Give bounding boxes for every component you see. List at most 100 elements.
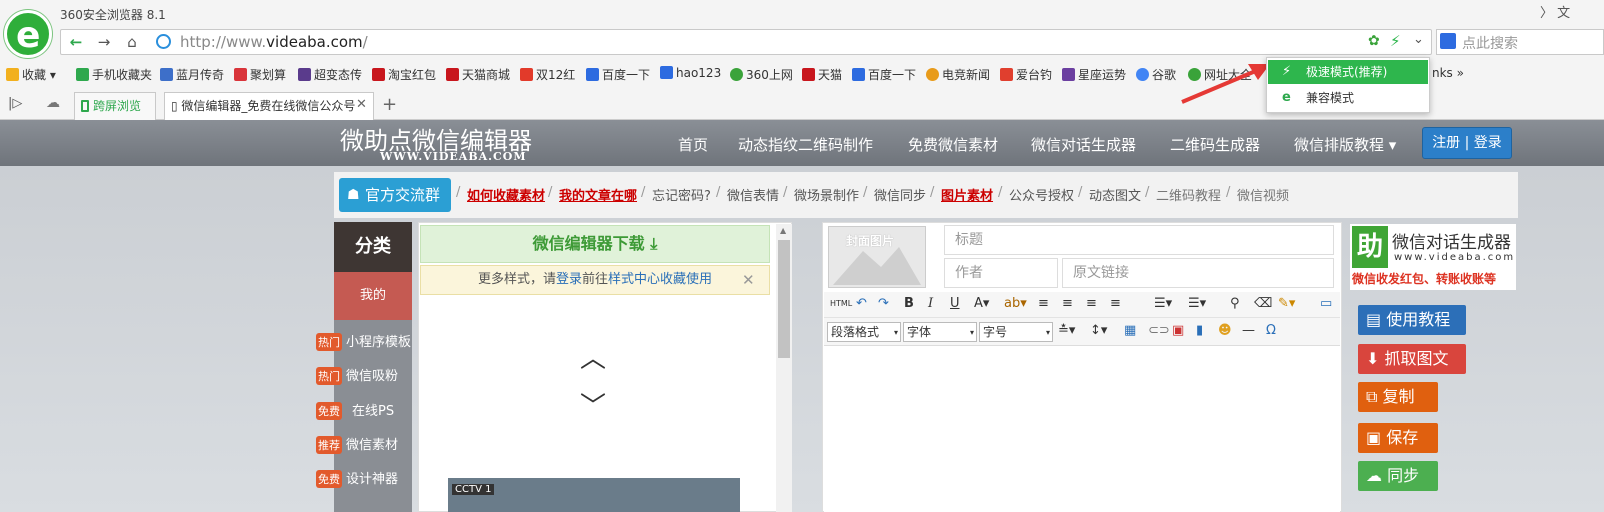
justify-icon[interactable]: ≡	[1110, 296, 1121, 311]
bookmark-item[interactable]: 双12红	[520, 66, 575, 83]
font-size-select[interactable]: 字号 ▾	[979, 322, 1053, 342]
back-icon[interactable]: ←	[64, 30, 88, 54]
horizontal-rule-icon[interactable]: —	[1242, 323, 1255, 338]
sync-button[interactable]: ☁ 同步	[1358, 461, 1438, 491]
bookmark-more[interactable]: nks »	[1432, 66, 1464, 80]
redo-icon[interactable]: ↷	[878, 296, 889, 311]
bookmark-item[interactable]: 聚划算	[234, 66, 286, 83]
category-item[interactable]: 免费 在线PS	[316, 400, 394, 420]
emoji-icon[interactable]: ☻	[1218, 323, 1232, 338]
new-tab-icon[interactable]: +	[382, 94, 397, 115]
italic-icon[interactable]: I	[928, 296, 933, 311]
font-family-select[interactable]: 字体 ▾	[903, 322, 977, 342]
tutorial-button[interactable]: ▤ 使用教程	[1358, 305, 1466, 335]
paragraph-format-select[interactable]: 段落格式 ▾	[827, 322, 901, 342]
align-left-icon[interactable]: ≡	[1038, 296, 1049, 311]
bookmark-item[interactable]: 爱台钓	[1000, 66, 1052, 83]
bookmark-item[interactable]: 蓝月传奇	[160, 66, 224, 83]
nav-material[interactable]: 免费微信素材	[908, 134, 998, 155]
copy-button[interactable]: ⧉ 复制	[1358, 382, 1438, 412]
table-icon[interactable]: ▦	[1124, 323, 1136, 338]
save-button[interactable]: ▣ 保存	[1358, 423, 1438, 453]
bookmark-item[interactable]: 天猫商城	[446, 66, 510, 83]
sub-link[interactable]: 微信表情	[727, 185, 779, 204]
sub-link[interactable]: 公众号授权	[1009, 185, 1074, 204]
bookmark-item[interactable]: 百度一下	[586, 66, 650, 83]
sub-link[interactable]: 微信视频	[1237, 185, 1289, 204]
chevron-down-icon[interactable]: ⌄	[1413, 32, 1424, 47]
eraser-icon[interactable]: ⌫	[1254, 296, 1272, 311]
bold-icon[interactable]: B	[904, 296, 914, 311]
home-icon[interactable]: ⌂	[120, 30, 144, 54]
font-color-icon[interactable]: A▾	[974, 296, 989, 311]
undo-icon[interactable]: ↶	[856, 296, 867, 311]
style-center-link[interactable]: 样式中心收藏使用	[608, 272, 712, 287]
link-icon[interactable]: ⊂⊃	[1148, 323, 1170, 338]
window-controls[interactable]: 〉 文	[1540, 2, 1570, 21]
nav-home[interactable]: 首页	[678, 134, 708, 155]
fetch-article-button[interactable]: ⬇ 抓取图文	[1358, 344, 1466, 374]
chevron-up-icon[interactable]: ︿	[580, 338, 606, 375]
sub-link[interactable]: 动态图文	[1089, 185, 1141, 204]
tab-wechat-editor[interactable]: ▯ 微信编辑器_免费在线微信公众号	[164, 92, 374, 120]
title-field[interactable]: 标题	[944, 225, 1334, 255]
bookmark-item[interactable]: 电竞新闻	[926, 66, 990, 83]
underline-icon[interactable]: U	[950, 296, 960, 311]
bookmark-item[interactable]: 手机收藏夹	[76, 66, 152, 83]
bookmark-item[interactable]: 360上网	[730, 66, 793, 83]
align-right-icon[interactable]: ≡	[1086, 296, 1097, 311]
compat-mode-option[interactable]: e 兼容模式	[1268, 86, 1428, 110]
login-link[interactable]: 登录	[556, 272, 582, 287]
image-icon[interactable]: ▣	[1172, 323, 1184, 338]
category-mine[interactable]: 我的	[334, 272, 412, 320]
scrollbar-thumb[interactable]	[778, 240, 790, 358]
category-item[interactable]: 推荐 微信素材	[316, 434, 398, 454]
url-text[interactable]: http://www.videaba.com/	[180, 33, 368, 51]
sub-link[interactable]: 如何收藏素材	[467, 185, 545, 204]
nav-tutorial[interactable]: 微信排版教程 ▾	[1294, 134, 1396, 155]
sub-link[interactable]: 我的文章在哪	[559, 185, 637, 204]
close-icon[interactable]: ✕	[742, 271, 755, 289]
download-button[interactable]: 微信编辑器下载 ⤓	[420, 225, 770, 263]
editor-content-area[interactable]	[824, 348, 1340, 512]
bookmark-item[interactable]: 淘宝红包	[372, 66, 436, 83]
highlight-icon[interactable]: ab▾	[1004, 296, 1027, 311]
bookmark-item[interactable]: 超变态传	[298, 66, 362, 83]
sub-link[interactable]: 微场景制作	[794, 185, 859, 204]
bookmark-item[interactable]: 百度一下	[852, 66, 916, 83]
nav-dialog[interactable]: 微信对话生成器	[1031, 134, 1136, 155]
qq-group-button[interactable]: ☗ 官方交流群	[339, 178, 451, 212]
bookmark-item[interactable]: 谷歌	[1136, 66, 1176, 83]
bullet-list-icon[interactable]: ☰▾	[1154, 296, 1172, 311]
preview-icon[interactable]: ▭	[1320, 296, 1332, 311]
close-tab-icon[interactable]: ✕	[356, 97, 367, 112]
binoculars-icon[interactable]: ⚲	[1230, 296, 1240, 311]
align-center-icon[interactable]: ≡	[1062, 296, 1073, 311]
speed-mode-option[interactable]: ⚡ 极速模式(推荐)	[1268, 60, 1428, 84]
category-item[interactable]: 免费 设计神器	[316, 468, 398, 488]
sidebar-toggle-icon[interactable]: |▷	[8, 96, 22, 111]
forward-icon[interactable]: →	[92, 30, 116, 54]
category-item[interactable]: 热门 小程序模板	[316, 331, 411, 351]
line-height-icon[interactable]: ↕▾	[1090, 323, 1107, 338]
lightning-icon[interactable]: ⚡	[1390, 32, 1401, 50]
chevron-down-icon[interactable]: ﹀	[580, 386, 606, 423]
login-button[interactable]: 注册 | 登录	[1422, 127, 1512, 159]
special-char-icon[interactable]: Ω	[1266, 323, 1276, 338]
bookmark-item[interactable]: 天猫	[802, 66, 842, 83]
tab-cross-screen[interactable]: 跨屏浏览	[74, 92, 156, 120]
format-brush-icon[interactable]: ✎▾	[1278, 296, 1295, 311]
sub-link[interactable]: 二维码教程	[1156, 185, 1221, 204]
category-item[interactable]: 热门 微信吸粉	[316, 365, 398, 385]
bookmark-item[interactable]: 星座运势	[1062, 66, 1126, 83]
nav-qr-generator[interactable]: 二维码生成器	[1170, 134, 1260, 155]
indent-icon[interactable]: ≛▾	[1058, 323, 1075, 338]
html-button[interactable]: HTML	[830, 299, 852, 308]
search-input[interactable]: 点此搜索	[1462, 33, 1518, 53]
video-icon[interactable]: ▮	[1196, 323, 1203, 338]
sub-link[interactable]: 微信同步	[874, 185, 926, 204]
scroll-up-icon[interactable]: ▲	[780, 226, 786, 235]
source-link-field[interactable]: 原文链接	[1062, 258, 1334, 288]
sub-link[interactable]: 忘记密码?	[652, 185, 711, 204]
baidu-icon[interactable]	[1440, 33, 1456, 49]
